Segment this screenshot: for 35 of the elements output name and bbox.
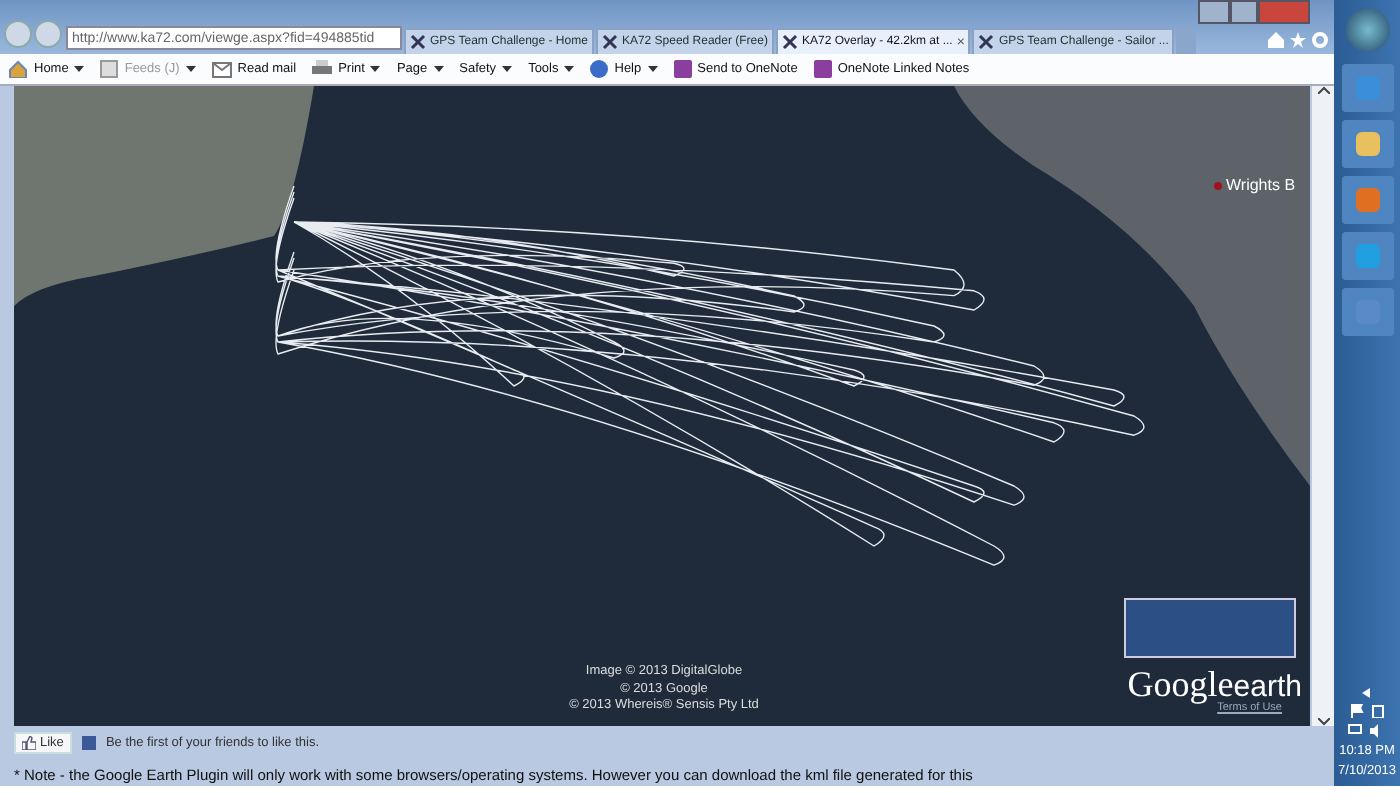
printer-icon: [312, 60, 333, 78]
tab-favicon-icon: [978, 34, 995, 50]
help-icon: [590, 60, 609, 78]
feed-icon: [100, 60, 119, 78]
minimize-button[interactable]: [1198, 0, 1230, 24]
app-icon[interactable]: [1341, 288, 1393, 336]
overview-map[interactable]: [1124, 598, 1296, 658]
maximize-button[interactable]: [1230, 0, 1258, 24]
close-button[interactable]: [1258, 0, 1310, 24]
start-button[interactable]: [1345, 8, 1389, 52]
back-button[interactable]: [4, 20, 32, 48]
location-pin-icon: [1214, 181, 1222, 189]
tab-favicon-icon: [781, 34, 798, 50]
onenote-icon: [813, 60, 832, 78]
place-label: Wrights B: [1226, 176, 1296, 194]
browser-icon[interactable]: [1341, 64, 1393, 112]
home-icon[interactable]: [1268, 32, 1284, 48]
envelope-icon: [211, 61, 232, 77]
star-icon[interactable]: [1290, 32, 1306, 48]
onenote-icon: [673, 60, 692, 78]
scroll-down-icon[interactable]: [1317, 718, 1329, 726]
thumbs-up-icon: [22, 735, 36, 749]
scrollbar[interactable]: [1312, 86, 1334, 726]
folder-icon[interactable]: [1341, 120, 1393, 168]
settings-icon[interactable]: [1312, 32, 1328, 48]
scroll-up-icon[interactable]: [1317, 86, 1329, 94]
house-icon: [8, 60, 28, 78]
tab-favicon-icon: [601, 34, 618, 50]
expand-tray-icon[interactable]: [1362, 688, 1371, 698]
media-player-icon[interactable]: [1341, 176, 1393, 224]
forward-button[interactable]: [34, 20, 62, 48]
flag-icon[interactable]: [1349, 704, 1364, 718]
chat-app-icon[interactable]: [1341, 232, 1393, 280]
facebook-icon: [81, 735, 96, 749]
tab-favicon-icon: [410, 34, 426, 50]
